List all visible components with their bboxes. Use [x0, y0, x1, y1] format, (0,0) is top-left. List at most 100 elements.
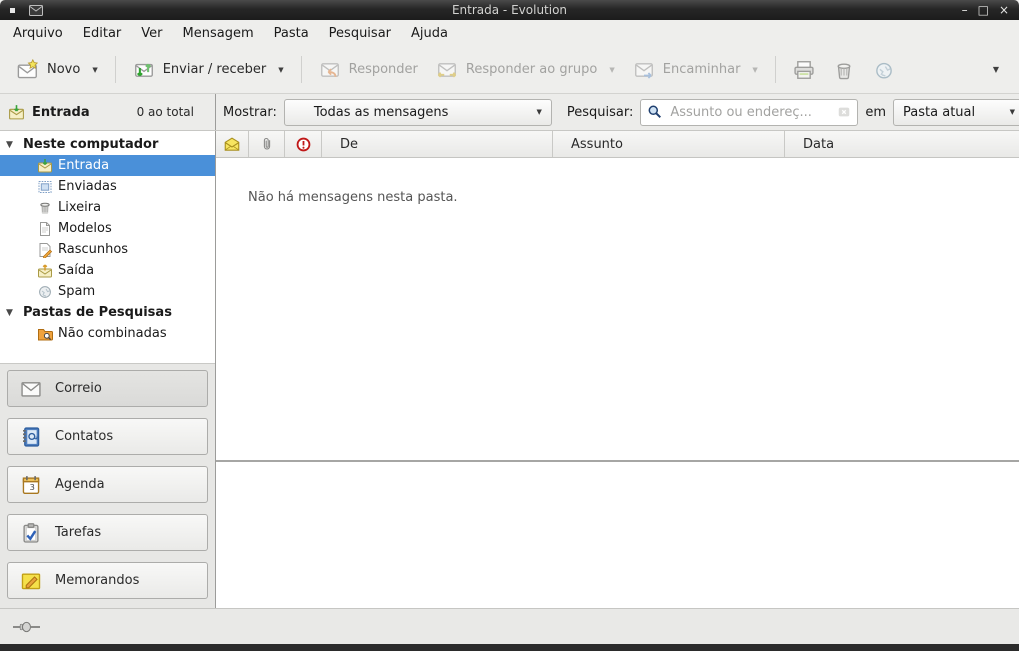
column-date[interactable]: Data [785, 131, 1019, 157]
new-button-label: Novo [47, 62, 80, 77]
show-label: Mostrar: [223, 105, 277, 120]
online-status-toggle[interactable] [12, 619, 42, 635]
sidebar-item-saida[interactable]: Saída [0, 260, 215, 281]
reply-group-icon [436, 59, 458, 81]
sidebar-item-spam[interactable]: Spam [0, 281, 215, 302]
menu-mensagem[interactable]: Mensagem [173, 22, 264, 45]
folder-total-count: 0 ao total [137, 105, 194, 119]
sent-icon [36, 178, 53, 195]
delete-button[interactable] [824, 52, 864, 88]
column-read-status[interactable] [216, 131, 249, 157]
priority-icon [295, 136, 312, 153]
titlebar: Entrada - Evolution – □ × [0, 0, 1019, 20]
tree-group-label: Pastas de Pesquisas [23, 305, 172, 320]
sidebar-item-modelos[interactable]: Modelos [0, 218, 215, 239]
menu-editar[interactable]: Editar [73, 22, 132, 45]
sidebar-item-entrada[interactable]: Entrada [0, 155, 215, 176]
expander-icon[interactable]: ▼ [6, 308, 16, 318]
column-from[interactable]: De [322, 131, 553, 157]
toolbar-separator [115, 56, 116, 83]
column-attachment[interactable] [249, 131, 285, 157]
sidebar-item-nao-combinadas[interactable]: Não combinadas [0, 323, 215, 344]
switcher-label: Contatos [55, 429, 113, 444]
clear-search-icon[interactable] [837, 105, 851, 119]
svg-text:3: 3 [30, 481, 35, 491]
switcher-label: Correio [55, 381, 102, 396]
trash-icon [36, 199, 53, 216]
message-pane: De Assunto Data Não há mensagens nesta p… [216, 131, 1019, 608]
sidebar: ▼ Neste computador Entrada Enviadas [0, 131, 216, 608]
new-dropdown-icon: ▼ [92, 66, 97, 74]
folder-title: Entrada [32, 105, 90, 120]
search-input[interactable] [668, 104, 832, 121]
search-scope-value: Pasta atual [903, 105, 975, 120]
folder-tree: ▼ Neste computador Entrada Enviadas [0, 131, 215, 363]
folder-label: Spam [58, 284, 95, 299]
new-message-icon [17, 59, 39, 81]
new-button[interactable]: Novo ▼ [8, 52, 107, 88]
folder-label: Enviadas [58, 179, 117, 194]
outbox-icon [36, 262, 53, 279]
search-scope-dropdown[interactable]: Pasta atual ▼ [893, 99, 1019, 126]
column-subject[interactable]: Assunto [553, 131, 785, 157]
in-label: em [865, 105, 886, 120]
close-button[interactable]: × [999, 4, 1009, 16]
message-list[interactable]: Não há mensagens nesta pasta. [216, 158, 1019, 460]
sidebar-item-rascunhos[interactable]: Rascunhos [0, 239, 215, 260]
show-filter-value: Todas as mensagens [314, 105, 449, 120]
memos-icon [20, 570, 42, 592]
message-list-header: De Assunto Data [216, 131, 1019, 158]
switcher-memos-button[interactable]: Memorandos [7, 562, 208, 599]
maximize-button[interactable]: □ [978, 4, 989, 16]
switcher-label: Agenda [55, 477, 105, 492]
window-bottom-edge [0, 644, 1019, 651]
inbox-icon [8, 104, 25, 121]
folder-label: Saída [58, 263, 94, 278]
menu-arquivo[interactable]: Arquivo [3, 22, 73, 45]
menu-pasta[interactable]: Pasta [264, 22, 319, 45]
minimize-button[interactable]: – [962, 4, 968, 16]
tasks-icon [20, 522, 42, 544]
reply-group-button[interactable]: Responder ao grupo ▼ [427, 52, 624, 88]
reply-icon [319, 59, 341, 81]
reply-button[interactable]: Responder [310, 52, 427, 88]
chevron-down-icon: ▼ [536, 108, 541, 116]
inbox-icon [36, 157, 53, 174]
menu-ajuda[interactable]: Ajuda [401, 22, 458, 45]
menu-pesquisar[interactable]: Pesquisar [319, 22, 401, 45]
switcher-tasks-button[interactable]: Tarefas [7, 514, 208, 551]
forward-button[interactable]: Encaminhar ▼ [624, 52, 767, 88]
search-field [640, 99, 858, 126]
column-priority[interactable] [285, 131, 322, 157]
column-label: Data [803, 137, 834, 152]
tree-group-this-computer[interactable]: ▼ Neste computador [0, 134, 215, 155]
statusbar [0, 608, 1019, 644]
send-receive-button[interactable]: Enviar / receber ▼ [124, 52, 293, 88]
menu-ver[interactable]: Ver [131, 22, 172, 45]
expander-icon[interactable]: ▼ [6, 140, 16, 150]
template-document-icon [36, 220, 53, 237]
contacts-icon [20, 426, 42, 448]
switcher-mail-button[interactable]: Correio [7, 370, 208, 407]
switcher-calendar-button[interactable]: 3 Agenda [7, 466, 208, 503]
toolbar-separator [301, 56, 302, 83]
sidebar-item-enviadas[interactable]: Enviadas [0, 176, 215, 197]
tree-group-search-folders[interactable]: ▼ Pastas de Pesquisas [0, 302, 215, 323]
mail-icon [20, 378, 42, 400]
forward-dropdown-icon: ▼ [752, 66, 757, 74]
search-folder-icon [36, 325, 53, 342]
evolution-window: Entrada - Evolution – □ × Arquivo Editar… [0, 0, 1019, 651]
folder-label: Rascunhos [58, 242, 128, 257]
show-filter-dropdown[interactable]: Todas as mensagens ▼ [284, 99, 552, 126]
reply-group-label: Responder ao grupo [466, 62, 598, 77]
toolbar-overflow-button[interactable]: ▼ [987, 59, 1005, 80]
sidebar-item-lixeira[interactable]: Lixeira [0, 197, 215, 218]
switcher-label: Memorandos [55, 573, 139, 588]
print-button[interactable] [784, 52, 824, 88]
switcher-contacts-button[interactable]: Contatos [7, 418, 208, 455]
infobar: Entrada 0 ao total Mostrar: Todas as men… [0, 94, 1019, 131]
folder-label: Não combinadas [58, 326, 167, 341]
search-icon [647, 104, 663, 120]
attachment-icon [259, 136, 275, 152]
junk-button[interactable] [864, 52, 904, 88]
